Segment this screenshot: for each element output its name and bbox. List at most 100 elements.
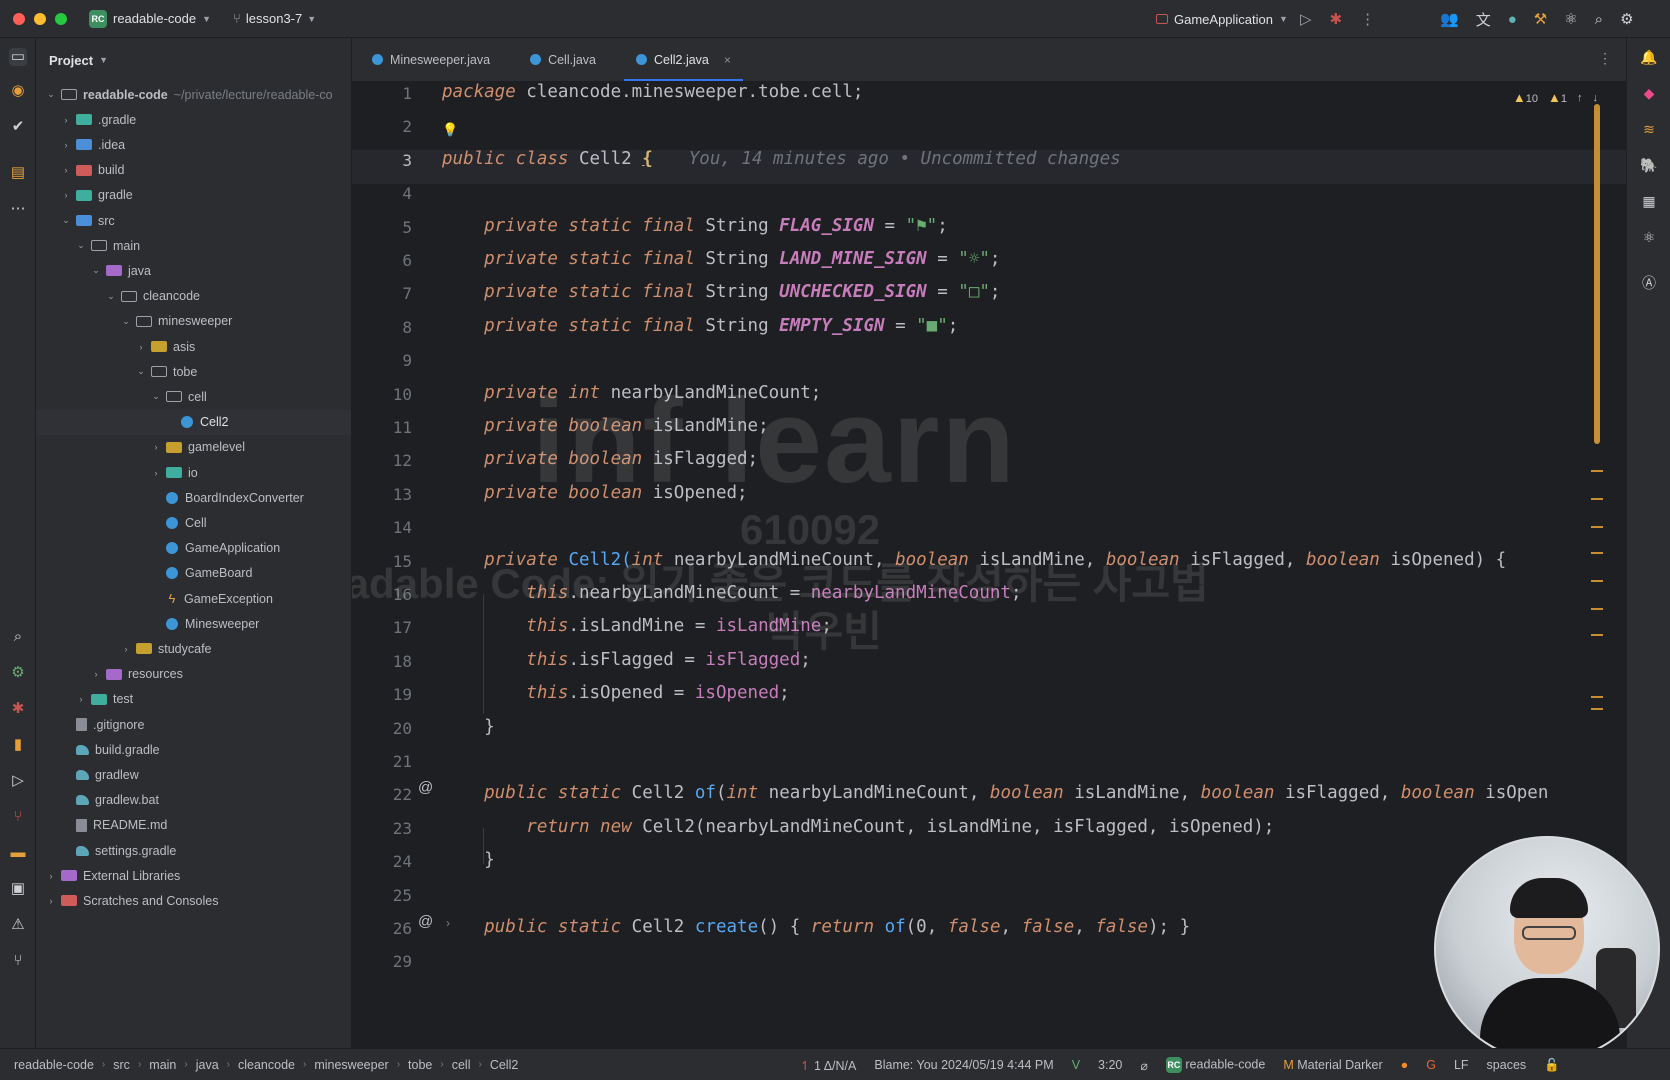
google-icon[interactable]: G [1426,1058,1436,1072]
implemented-marker-icon[interactable]: @ [418,913,433,930]
project-indicator[interactable]: RC readable-code [1165,1057,1265,1073]
find-tool-icon[interactable]: ⌕ [9,628,27,646]
search-icon[interactable]: ⌕ [1595,11,1603,28]
line-number[interactable]: 25 [352,886,412,905]
chevron-right-icon[interactable]: › [59,115,73,125]
lock-icon[interactable]: 🔓 [1544,1058,1560,1073]
tree-item-gradle[interactable]: › gradle [36,183,351,208]
line-number[interactable]: 14 [352,518,412,537]
tree-item-readme-md[interactable]: README.md [36,813,351,838]
terminal-tool-icon[interactable]: ▣ [9,880,27,898]
breadcrumb-item[interactable]: tobe [408,1058,432,1072]
commit-tool-icon[interactable]: ◉ [9,82,27,100]
line-number[interactable]: 22 [352,785,412,804]
code-line[interactable]: private boolean isOpened; [442,483,747,503]
breadcrumb-item[interactable]: Cell2 [490,1058,519,1072]
chevron-down-icon[interactable]: ⌄ [74,240,88,251]
code-line[interactable]: private boolean isLandMine; [442,416,768,436]
tree-item-boardindexconverter[interactable]: BoardIndexConverter [36,485,351,510]
services-tool-icon[interactable]: ⚙ [9,664,27,682]
tree-item-build-gradle[interactable]: build.gradle [36,737,351,762]
code-line[interactable]: private static final String FLAG_SIGN = … [442,216,948,236]
breadcrumb-item[interactable]: main [149,1058,176,1072]
change-marker[interactable] [1591,552,1603,554]
code-line[interactable]: private Cell2(int nearbyLandMineCount, b… [442,550,1506,570]
vcs-changes[interactable]: ↿ 1 Δ/N/A [800,1058,856,1073]
chevron-right-icon[interactable]: › [149,442,163,452]
cursor-position[interactable]: 3:20 [1098,1058,1122,1072]
change-marker[interactable] [1591,696,1603,698]
plugin-icon[interactable]: ⚛ [1564,10,1577,28]
line-number[interactable]: 26 [352,919,412,938]
breadcrumb-item[interactable]: minesweeper [314,1058,388,1072]
line-number[interactable]: 19 [352,685,412,704]
code-editor[interactable]: ▲10 ▲1 ↑ ↓ 💡 1 2 3 4 5 6 7 8 9 10 11 12 13 14 15 16 17 18… [352,82,1626,1048]
line-number[interactable]: 1 [352,84,412,103]
blame-info[interactable]: Blame: You 2024/05/19 4:44 PM [874,1058,1053,1072]
tree-item-idea[interactable]: › .idea [36,132,351,157]
fold-expand-icon[interactable]: › [446,916,450,930]
notifications-icon[interactable]: 🔔 [1640,48,1658,66]
tree-item-minesweeper[interactable]: ⌄ minesweeper [36,309,351,334]
change-marker[interactable] [1591,580,1603,582]
scrollbar-change-marker[interactable] [1594,104,1600,444]
line-number[interactable]: 10 [352,385,412,404]
code-line[interactable]: this.nearbyLandMineCount = nearbyLandMin… [442,583,1021,603]
structure-tool-icon[interactable]: ▤ [9,164,27,182]
chevron-right-icon[interactable]: › [59,165,73,175]
line-number[interactable]: 21 [352,752,412,771]
chevron-down-icon[interactable]: ⌄ [59,215,73,226]
line-number[interactable]: 5 [352,218,412,237]
breadcrumb-item[interactable]: readable-code [14,1058,94,1072]
change-marker[interactable] [1591,708,1603,710]
weak-warnings-indicator[interactable]: ▲1 [1548,90,1567,105]
next-highlight-icon[interactable]: ↓ [1593,92,1599,104]
code-line[interactable]: } [442,850,495,870]
tree-item-minesweeper[interactable]: Minesweeper [36,611,351,636]
change-marker[interactable] [1591,608,1603,610]
chevron-right-icon[interactable]: › [149,468,163,478]
tree-item-gameboard[interactable]: GameBoard [36,561,351,586]
line-number[interactable]: 20 [352,719,412,738]
more-actions-icon[interactable]: ⋮ [1360,10,1375,28]
tree-item-gitignore[interactable]: .gitignore [36,712,351,737]
chevron-right-icon[interactable]: › [44,871,58,881]
tree-item-readable-code[interactable]: ⌄ readable-code ~/private/lecture/readable… [36,82,351,107]
line-number[interactable]: 16 [352,585,412,604]
tree-item-asis[interactable]: › asis [36,334,351,359]
change-marker[interactable] [1591,498,1603,500]
line-number[interactable]: 4 [352,184,412,203]
change-marker[interactable] [1591,526,1603,528]
chevron-right-icon[interactable]: › [74,694,88,704]
vim-icon[interactable]: V [1072,1058,1080,1072]
tree-item-gamelevel[interactable]: › gamelevel [36,435,351,460]
tree-item-settings-gradle[interactable]: settings.gradle [36,838,351,863]
previous-highlight-icon[interactable]: ↑ [1577,92,1583,104]
table-panel-icon[interactable]: ▦ [1640,192,1658,210]
chevron-down-icon[interactable]: ⌄ [149,391,163,402]
tree-item-cell2[interactable]: Cell2 [36,409,351,435]
line-number[interactable]: 24 [352,852,412,871]
warnings-indicator[interactable]: ▲10 [1513,90,1538,105]
breadcrumb-item[interactable]: cleancode [238,1058,295,1072]
chevron-right-icon[interactable]: › [89,669,103,679]
line-separator[interactable]: LF [1454,1058,1469,1072]
ai-assistant-icon[interactable]: ● [1508,11,1517,28]
chevron-right-icon[interactable]: › [59,190,73,200]
version-control-icon[interactable]: ⑂ [9,952,27,970]
chevron-down-icon[interactable]: ⌄ [119,316,133,327]
tree-item-cell[interactable]: ⌄ cell [36,384,351,409]
power-save-icon[interactable]: ⌀ [1140,1058,1148,1073]
tree-item-tobe[interactable]: ⌄ tobe [36,359,351,384]
chevron-right-icon[interactable]: › [59,140,73,150]
code-line[interactable]: private int nearbyLandMineCount; [442,383,821,403]
theme-indicator[interactable]: M Material Darker [1283,1058,1382,1072]
tree-item-gradle[interactable]: › .gradle [36,107,351,132]
code-with-me-icon[interactable]: 👥 [1440,10,1459,28]
database-tool-icon[interactable]: ▮ [9,736,27,754]
tree-item-java[interactable]: ⌄ java [36,258,351,283]
tab-minesweeper-java[interactable]: Minesweeper.java [352,38,510,81]
code-line[interactable]: public class Cell2 {You, 14 minutes ago … [442,149,1121,169]
debug-tool-icon[interactable]: ✱ [9,700,27,718]
indent-setting[interactable]: spaces [1487,1058,1527,1072]
